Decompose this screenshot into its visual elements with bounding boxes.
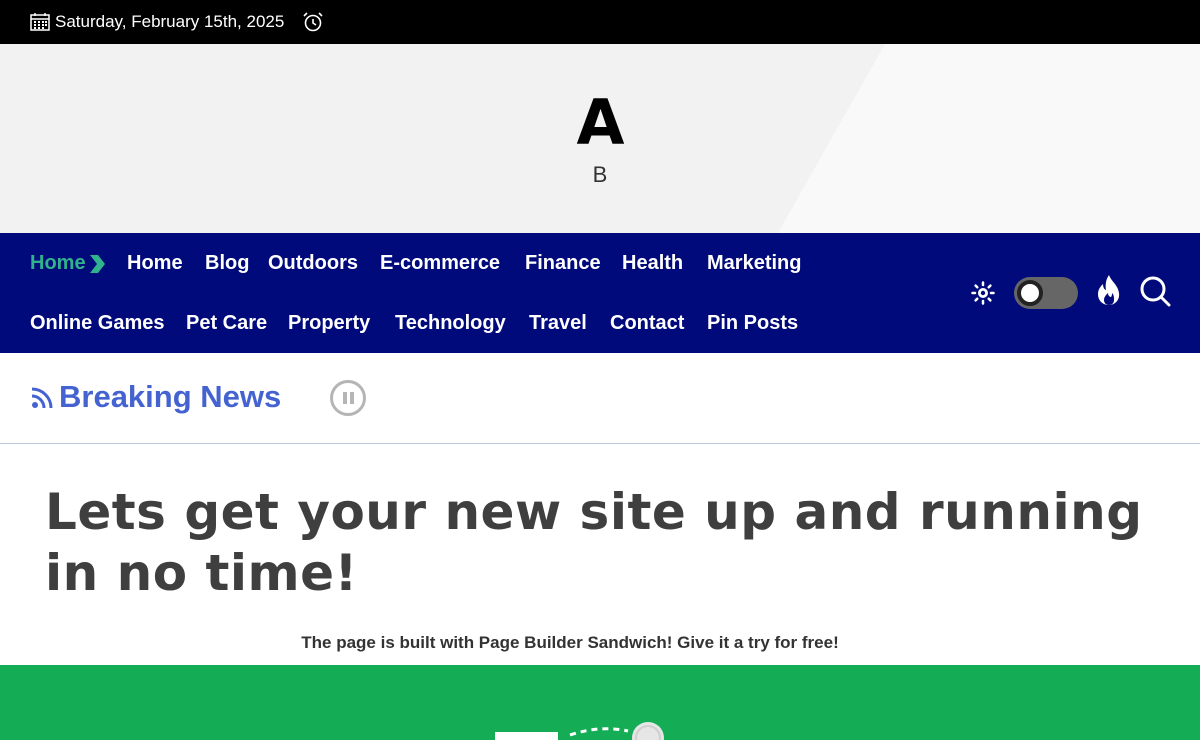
current-date: Saturday, February 15th, 2025	[55, 12, 285, 31]
breaking-news-bar: Breaking News	[0, 353, 1200, 444]
nav-item-pet-care[interactable]: Pet Care	[186, 312, 267, 335]
nav-item-home-active[interactable]: Home	[30, 252, 106, 275]
nav-item-ecommerce[interactable]: E-commerce	[380, 252, 500, 275]
nav-item-home[interactable]: Home	[127, 252, 183, 275]
dark-mode-toggle[interactable]	[1014, 277, 1078, 309]
nav-item-marketing[interactable]: Marketing	[707, 252, 801, 275]
fire-icon[interactable]	[1096, 274, 1122, 306]
nav-item-outdoors[interactable]: Outdoors	[268, 252, 358, 275]
nav-item-finance[interactable]: Finance	[525, 252, 601, 275]
nav-item-online-games[interactable]: Online Games	[30, 312, 165, 335]
calendar-icon	[30, 13, 50, 31]
toggle-knob	[1017, 280, 1043, 306]
site-header: A B	[0, 44, 1200, 233]
chevron-right-icon	[89, 254, 105, 273]
top-bar: Saturday, February 15th, 2025	[0, 0, 1200, 44]
nav-item-pin-posts[interactable]: Pin Posts	[707, 312, 798, 335]
nav-item-health[interactable]: Health	[622, 252, 683, 275]
hero-subtitle: The page is built with Page Builder Sand…	[301, 633, 839, 652]
site-tagline: B	[592, 162, 608, 187]
search-icon[interactable]	[1139, 275, 1171, 307]
rss-icon	[31, 387, 53, 409]
site-title[interactable]: A	[0, 86, 1200, 159]
feature-section	[0, 665, 1200, 740]
nav-item-blog[interactable]: Blog	[205, 252, 249, 275]
nav-item-property[interactable]: Property	[288, 312, 370, 335]
alarm-clock-icon	[303, 12, 323, 32]
hero-title: Lets get your new site up and running in…	[45, 483, 1143, 602]
nav-item-contact[interactable]: Contact	[610, 312, 684, 335]
nav-item-label: Home	[30, 252, 86, 274]
breaking-news-label: Breaking News	[59, 379, 282, 414]
nav-item-travel[interactable]: Travel	[529, 312, 587, 335]
money-illustration	[495, 722, 664, 740]
pause-icon[interactable]	[330, 380, 366, 416]
sun-icon[interactable]	[971, 281, 995, 305]
nav-item-technology[interactable]: Technology	[395, 312, 506, 335]
